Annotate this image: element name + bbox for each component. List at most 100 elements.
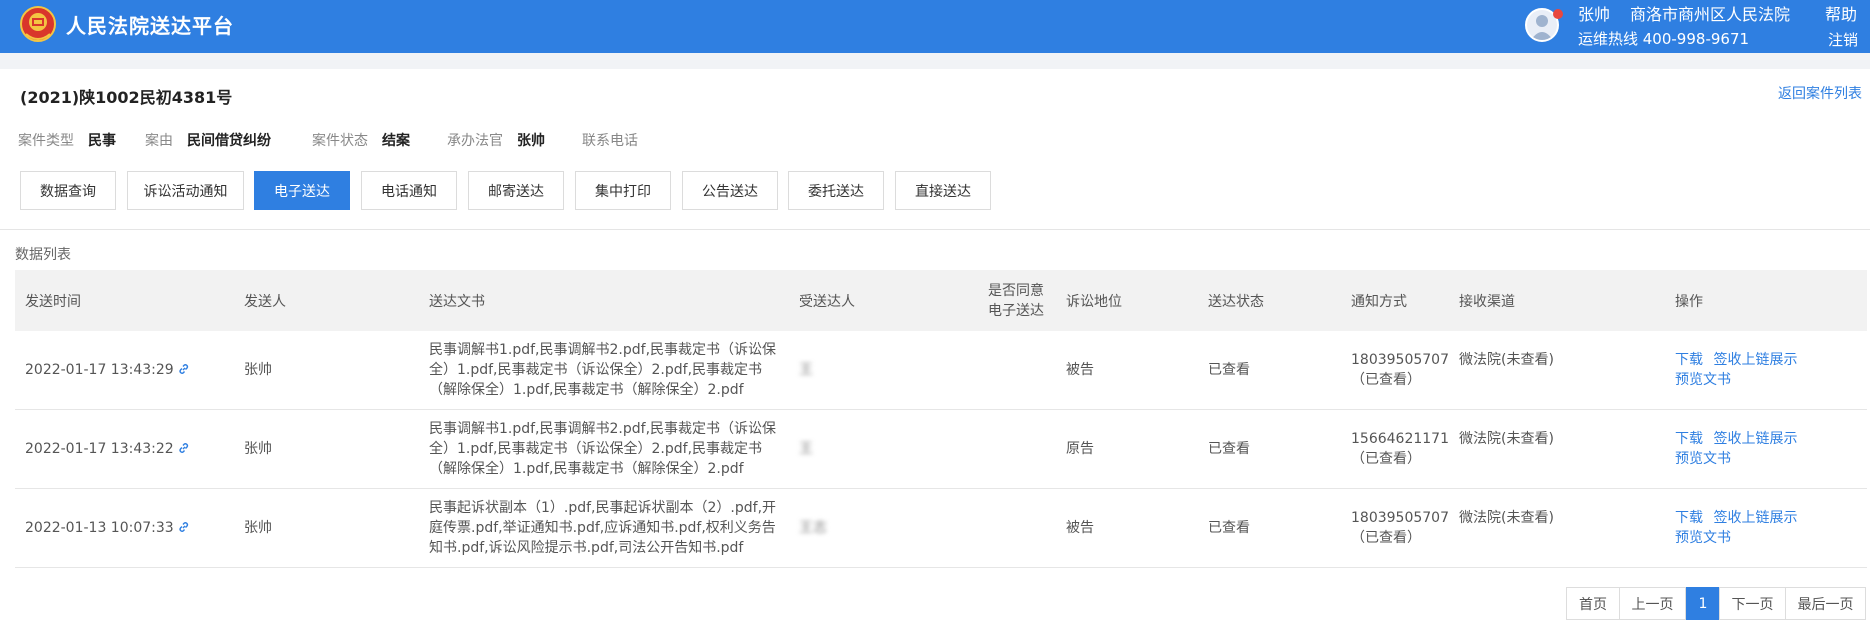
row-actions: 下载 签收上链展示 预览文书 (1675, 508, 1797, 548)
table-header: 发送时间 发送人 送达文书 受送达人 是否同意 电子送达 诉讼地位 送达状态 通… (15, 270, 1867, 331)
pagination-first[interactable]: 首页 (1566, 587, 1620, 620)
send-time-cell: 2022-01-13 10:07:33 (25, 518, 190, 538)
meta-label: 联系电话 (582, 133, 638, 149)
meta-phone: 联系电话 (582, 130, 652, 150)
tab-phone-notice[interactable]: 电话通知 (361, 171, 457, 210)
sign-chain-display-link[interactable]: 签收上链展示 (1713, 431, 1797, 447)
column-header: 发送时间 (25, 294, 81, 310)
platform-title: 人民法院送达平台 (66, 14, 234, 38)
pagination-next[interactable]: 下一页 (1719, 587, 1786, 620)
row-actions: 下载 签收上链展示 预览文书 (1675, 350, 1797, 390)
tab-data-query[interactable]: 数据查询 (20, 171, 116, 210)
meta-label: 案件状态 (312, 133, 368, 149)
notify-method: 15664621171 （已查看） (1351, 429, 1449, 469)
hotline-text: 运维热线 400-998-9671 (1578, 30, 1750, 48)
tab-direct-service[interactable]: 直接送达 (895, 171, 991, 210)
meta-value: 张帅 (517, 133, 545, 149)
documents: 民事起诉状副本（1）.pdf,民事起诉状副本（2）.pdf,开庭传票.pdf,举… (429, 500, 777, 556)
row-actions: 下载 签收上链展示 预览文书 (1675, 429, 1797, 469)
notify-phone: 15664621171 (1351, 431, 1449, 447)
notify-method: 18039505707 （已查看） (1351, 508, 1449, 548)
litigation-role: 被告 (1066, 520, 1094, 536)
meta-case-type: 案件类型 民事 (18, 130, 116, 150)
pagination-prev[interactable]: 上一页 (1619, 587, 1686, 620)
link-icon[interactable] (178, 361, 190, 374)
notify-phone: 18039505707 (1351, 352, 1449, 368)
tab-electronic-service[interactable]: 电子送达 (254, 171, 350, 210)
recipient: 王 (799, 441, 813, 457)
column-header: 送达状态 (1208, 294, 1264, 310)
meta-judge: 承办法官 张帅 (447, 130, 545, 150)
download-link[interactable]: 下载 (1675, 352, 1703, 368)
table-row: 2022-01-13 10:07:33 张帅 民事起诉状副本（1）.pdf,民事… (15, 489, 1867, 568)
court-emblem-icon (20, 4, 56, 44)
service-status: 已查看 (1208, 362, 1250, 378)
tab-litigation-notice[interactable]: 诉讼活动通知 (127, 171, 244, 210)
pagination-last[interactable]: 最后一页 (1785, 587, 1866, 620)
notify-state: （已查看） (1351, 530, 1421, 546)
sender: 张帅 (244, 362, 272, 378)
send-time-cell: 2022-01-17 13:43:22 (25, 439, 190, 459)
receive-channel: 微法院(未查看) (1459, 431, 1554, 447)
sender: 张帅 (244, 520, 272, 536)
court-name: 商洛市商州区人民法院 (1630, 5, 1791, 24)
meta-case-status: 案件状态 结案 (312, 130, 410, 150)
back-to-case-list-link[interactable]: 返回案件列表 (1778, 83, 1862, 103)
service-status: 已查看 (1208, 520, 1250, 536)
receive-channel: 微法院(未查看) (1459, 510, 1554, 526)
litigation-role: 原告 (1066, 441, 1094, 457)
table-row: 2022-01-17 13:43:29 张帅 民事调解书1.pdf,民事调解书2… (15, 331, 1867, 410)
column-header: 受送达人 (799, 294, 855, 310)
send-time: 2022-01-17 13:43:29 (25, 362, 174, 378)
link-icon[interactable] (178, 519, 190, 532)
tab-mail-service[interactable]: 邮寄送达 (468, 171, 564, 210)
documents: 民事调解书1.pdf,民事调解书2.pdf,民事裁定书（诉讼保全）1.pdf,民… (429, 421, 777, 477)
top-header: 人民法院送达平台 张帅 商洛市商州区人民法院 帮助 运维热线 400-998-9… (0, 0, 1870, 53)
meta-label: 案件类型 (18, 133, 74, 149)
tab-announcement-service[interactable]: 公告送达 (682, 171, 778, 210)
service-status: 已查看 (1208, 441, 1250, 457)
notification-dot (1553, 9, 1563, 19)
tab-entrusted-service[interactable]: 委托送达 (788, 171, 884, 210)
data-list-title: 数据列表 (15, 247, 71, 263)
column-header: 接收渠道 (1459, 294, 1515, 310)
download-link[interactable]: 下载 (1675, 431, 1703, 447)
notify-state: （已查看） (1351, 372, 1421, 388)
preview-document-link[interactable]: 预览文书 (1675, 370, 1797, 390)
sign-chain-display-link[interactable]: 签收上链展示 (1713, 352, 1797, 368)
logout-link[interactable]: 注销 (1828, 29, 1858, 50)
notify-phone: 18039505707 (1351, 510, 1449, 526)
recipient: 王志 (799, 520, 827, 536)
column-header: 通知方式 (1351, 294, 1407, 310)
send-time: 2022-01-13 10:07:33 (25, 520, 174, 536)
litigation-role: 被告 (1066, 362, 1094, 378)
link-icon[interactable] (178, 440, 190, 453)
sender: 张帅 (244, 441, 272, 457)
meta-cause: 案由 民间借贷纠纷 (145, 130, 271, 150)
pagination-current-page[interactable]: 1 (1686, 587, 1720, 620)
section-divider (0, 229, 1870, 230)
download-link[interactable]: 下载 (1675, 510, 1703, 526)
table-row: 2022-01-17 13:43:22 张帅 民事调解书1.pdf,民事调解书2… (15, 410, 1867, 489)
receive-channel: 微法院(未查看) (1459, 352, 1554, 368)
header-subbar (0, 53, 1870, 69)
send-time-cell: 2022-01-17 13:43:29 (25, 360, 190, 380)
notify-method: 18039505707 （已查看） (1351, 350, 1449, 390)
preview-document-link[interactable]: 预览文书 (1675, 528, 1797, 548)
column-header: 诉讼地位 (1066, 294, 1122, 310)
column-header: 送达文书 (429, 294, 485, 310)
case-number: (2021)陕1002民初4381号 (20, 88, 233, 107)
meta-value: 民间借贷纠纷 (187, 133, 271, 149)
documents: 民事调解书1.pdf,民事调解书2.pdf,民事裁定书（诉讼保全）1.pdf,民… (429, 342, 777, 398)
send-time: 2022-01-17 13:43:22 (25, 441, 174, 457)
meta-value: 结案 (382, 133, 410, 149)
tab-central-print[interactable]: 集中打印 (575, 171, 671, 210)
notify-state: （已查看） (1351, 451, 1421, 467)
user-name: 张帅 (1578, 5, 1611, 24)
preview-document-link[interactable]: 预览文书 (1675, 449, 1797, 469)
sign-chain-display-link[interactable]: 签收上链展示 (1713, 510, 1797, 526)
recipient: 王 (799, 362, 813, 378)
column-header: 操作 (1675, 294, 1703, 310)
help-link[interactable]: 帮助 (1825, 1, 1857, 25)
meta-value: 民事 (88, 133, 116, 149)
